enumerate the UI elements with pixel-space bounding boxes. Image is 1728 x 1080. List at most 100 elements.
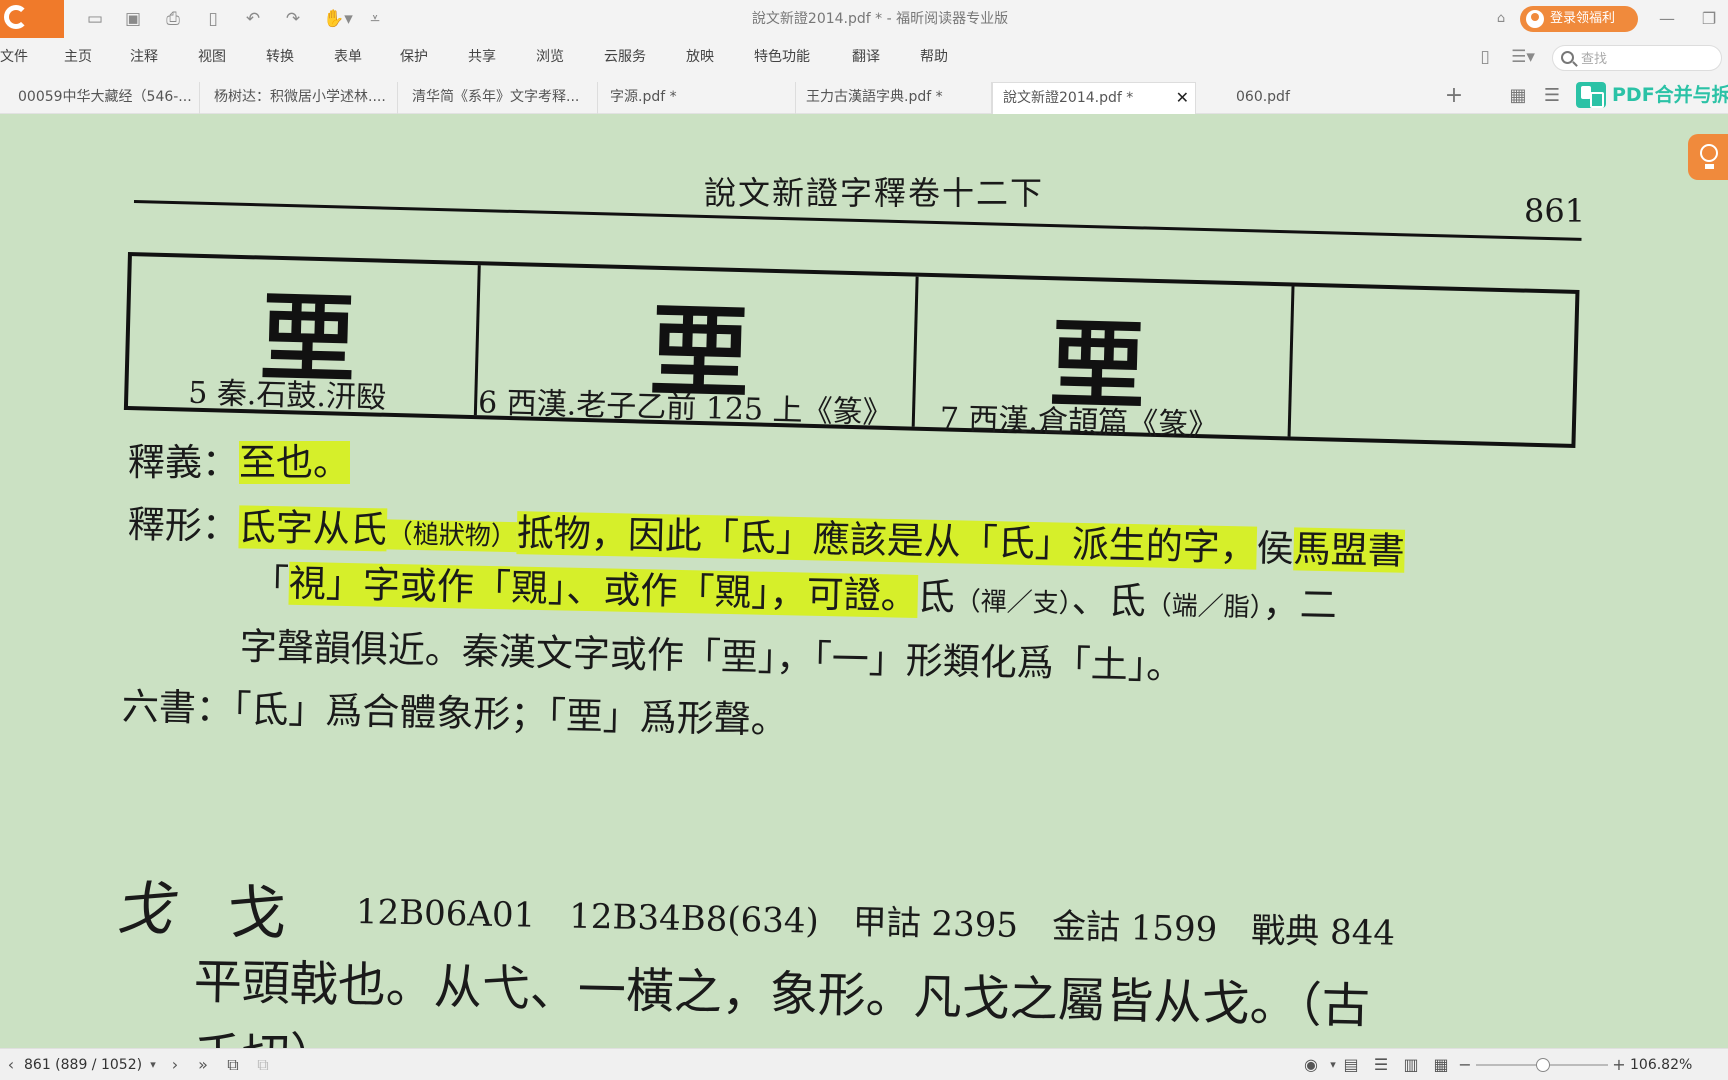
tab-document-active[interactable]: 說文新證2014.pdf * ✕ [992,82,1196,114]
facing-page-icon[interactable]: ▥ [1400,1054,1422,1076]
tab-label: 字源.pdf * [610,89,677,105]
redo-icon[interactable]: ↷ [282,8,304,30]
entry-character: 戈 [228,879,287,947]
shixing-line-3: 字聲韻俱近。秦漢文字或作「垔」，「一」形類化爲「土」。 [239,625,1184,688]
menu-cloud[interactable]: 云服务 [604,38,646,76]
continuous-page-icon[interactable]: ☰ [1370,1054,1392,1076]
liushu-text: 「氐」爲合體象形；「垔」爲形聲。 [232,687,789,742]
menu-protect[interactable]: 保护 [400,38,428,76]
paste-page-icon[interactable]: ⧉ [252,1054,274,1076]
print-icon[interactable]: ⎙ [162,8,184,30]
new-tab-icon[interactable]: + [1442,84,1466,108]
menu-browse[interactable]: 浏览 [536,38,564,76]
new-file-icon[interactable]: ▯ [202,8,224,30]
glyph-table: 垔 5 秦.石鼓.汧殹 垔 6 西漢.老子乙前 125 上《篆》 垔 7 西漢.… [123,252,1580,448]
tab-label: 060.pdf [1236,89,1290,105]
pdf-merge-icon [1576,82,1606,108]
menu-view[interactable]: 视图 [198,38,226,76]
tab-bar: 00059中华大藏经（546-... 杨树达：积微居小学述林.... 清华简《系… [0,76,1728,114]
undo-icon[interactable]: ↶ [242,8,264,30]
tab-list-icon[interactable]: ☰ [1540,84,1564,108]
shixing-text: 、氐 [1071,578,1147,623]
zoom-out-icon[interactable]: − [1454,1054,1476,1076]
tab-grid-icon[interactable]: ▦ [1506,84,1530,108]
tab-document[interactable]: 00059中华大藏经（546-... [8,82,200,114]
save-icon[interactable]: ▣ [122,8,144,30]
tab-document[interactable]: 清华简《系年》文字考释... [402,82,598,114]
tab-document[interactable]: 字源.pdf * [600,82,796,114]
tip-button[interactable] [1688,134,1728,180]
menu-translate[interactable]: 翻译 [852,38,880,76]
page-indicator[interactable]: 861 (889 / 1052) [24,1049,142,1080]
status-bar: ‹ 861 (889 / 1052) ▾ › » ⧉ ⧉ ◉ ▾ ▤ ☰ ▥ ▦… [0,1048,1728,1080]
entry-codes: 12B06A01 12B34B8(634) 甲詁 2395 金詁 1599 戰典… [355,892,1396,954]
zoom-slider-handle[interactable] [1536,1058,1550,1072]
lightbulb-icon [1700,144,1718,162]
tab-document[interactable]: 王力古漢語字典.pdf * [796,82,992,114]
glyph-caption: 7 西漢.倉頡篇《篆》 [939,401,1219,444]
shixing-text: 氐 [917,574,956,619]
search-input[interactable] [1581,49,1711,67]
minimize-icon[interactable]: — [1654,6,1680,32]
tab-label: 清华简《系年》文字考释... [412,89,580,105]
title-bar: ▭ ▣ ⎙ ▯ ↶ ↷ ✋▾ ⩡ 說文新證2014.pdf * - 福昕阅读器专… [0,0,1728,38]
mobile-icon[interactable]: ▯ [1474,46,1496,68]
liushu-line: 六書：「氐」爲合體象形；「垔」爲形聲。 [121,676,788,744]
find-options-icon[interactable]: ☰▾ [1506,46,1540,68]
menu-home[interactable]: 主页 [64,38,92,76]
page-number: 861 [1524,192,1586,230]
menu-form[interactable]: 表单 [334,38,362,76]
page-header-title: 說文新證字釋卷十二下 [704,174,1045,212]
menu-special[interactable]: 特色功能 [754,38,810,76]
shixing-text: 馬盟書 [1293,527,1406,573]
table-divider [911,276,919,427]
last-page-icon[interactable]: » [192,1054,214,1076]
entry-definition-continued: 禾切） [194,1016,338,1048]
read-mode-icon[interactable]: ◉ [1300,1054,1322,1076]
close-tab-icon[interactable]: ✕ [1176,83,1189,113]
shixing-note: （槌狀物） [386,519,518,553]
menu-file[interactable]: 文件 [0,38,28,76]
app-logo[interactable] [0,0,64,38]
shixing-note: （禪／支） [954,586,1072,620]
zoom-in-icon[interactable]: + [1608,1054,1630,1076]
continuous-facing-icon[interactable]: ▦ [1430,1054,1452,1076]
shixing-text: 「 [251,561,290,605]
tab-label: 說文新證2014.pdf * [1003,90,1134,106]
pdf-merge-banner[interactable]: PDF合并与拆 [1576,80,1728,110]
customize-toolbar-icon[interactable]: ⩡ [364,8,386,30]
tab-label: 00059中华大藏经（546-... [18,89,192,105]
glyph-caption: 6 西漢.老子乙前 125 上《篆》 [477,385,893,432]
menu-bar: 文件 主页 注释 视图 转换 表单 保护 共享 浏览 云服务 放映 特色功能 翻… [0,38,1728,76]
next-page-icon[interactable]: › [164,1054,186,1076]
tab-document[interactable]: 060.pdf [1226,82,1422,114]
search-icon [1561,51,1574,64]
menu-present[interactable]: 放映 [686,38,714,76]
shixing-note: （端／脂） [1145,590,1263,624]
prev-page-icon[interactable]: ‹ [0,1054,22,1076]
skin-icon[interactable]: ⌂ [1490,8,1512,30]
login-button[interactable]: 登录领福利 [1520,6,1638,32]
entry-definition: 平頭戟也。从弋、一橫之，象形。凡戈之屬皆从戈。（古 [193,954,1371,1035]
pdf-merge-label: PDF合并与拆 [1612,84,1728,106]
page-dropdown-icon[interactable]: ▾ [142,1054,164,1076]
tab-label: 杨树达：积微居小学述林.... [214,89,386,105]
menu-comment[interactable]: 注释 [130,38,158,76]
window-title: 說文新證2014.pdf * - 福昕阅读器专业版 [751,11,1009,27]
liushu-label: 六書： [121,685,234,731]
copy-page-icon[interactable]: ⧉ [222,1054,244,1076]
zoom-level[interactable]: 106.82% [1630,1049,1692,1080]
seal-script-glyph: 戈 [114,875,173,943]
shiyi-text: 至也。 [239,441,350,484]
tab-document[interactable]: 杨树达：积微居小学述林.... [204,82,398,114]
single-page-icon[interactable]: ▤ [1340,1054,1362,1076]
document-view[interactable]: 說文新證字釋卷十二下 861 垔 5 秦.石鼓.汧殹 垔 6 西漢.老子乙前 1… [0,114,1728,1048]
menu-share[interactable]: 共享 [468,38,496,76]
menu-convert[interactable]: 转换 [266,38,294,76]
hand-tool-icon[interactable]: ✋▾ [322,8,354,30]
open-file-icon[interactable]: ▭ [84,8,106,30]
maximize-icon[interactable]: ❐ [1696,6,1722,32]
search-box[interactable] [1552,45,1722,71]
menu-help[interactable]: 帮助 [920,38,948,76]
user-icon [1526,10,1544,28]
